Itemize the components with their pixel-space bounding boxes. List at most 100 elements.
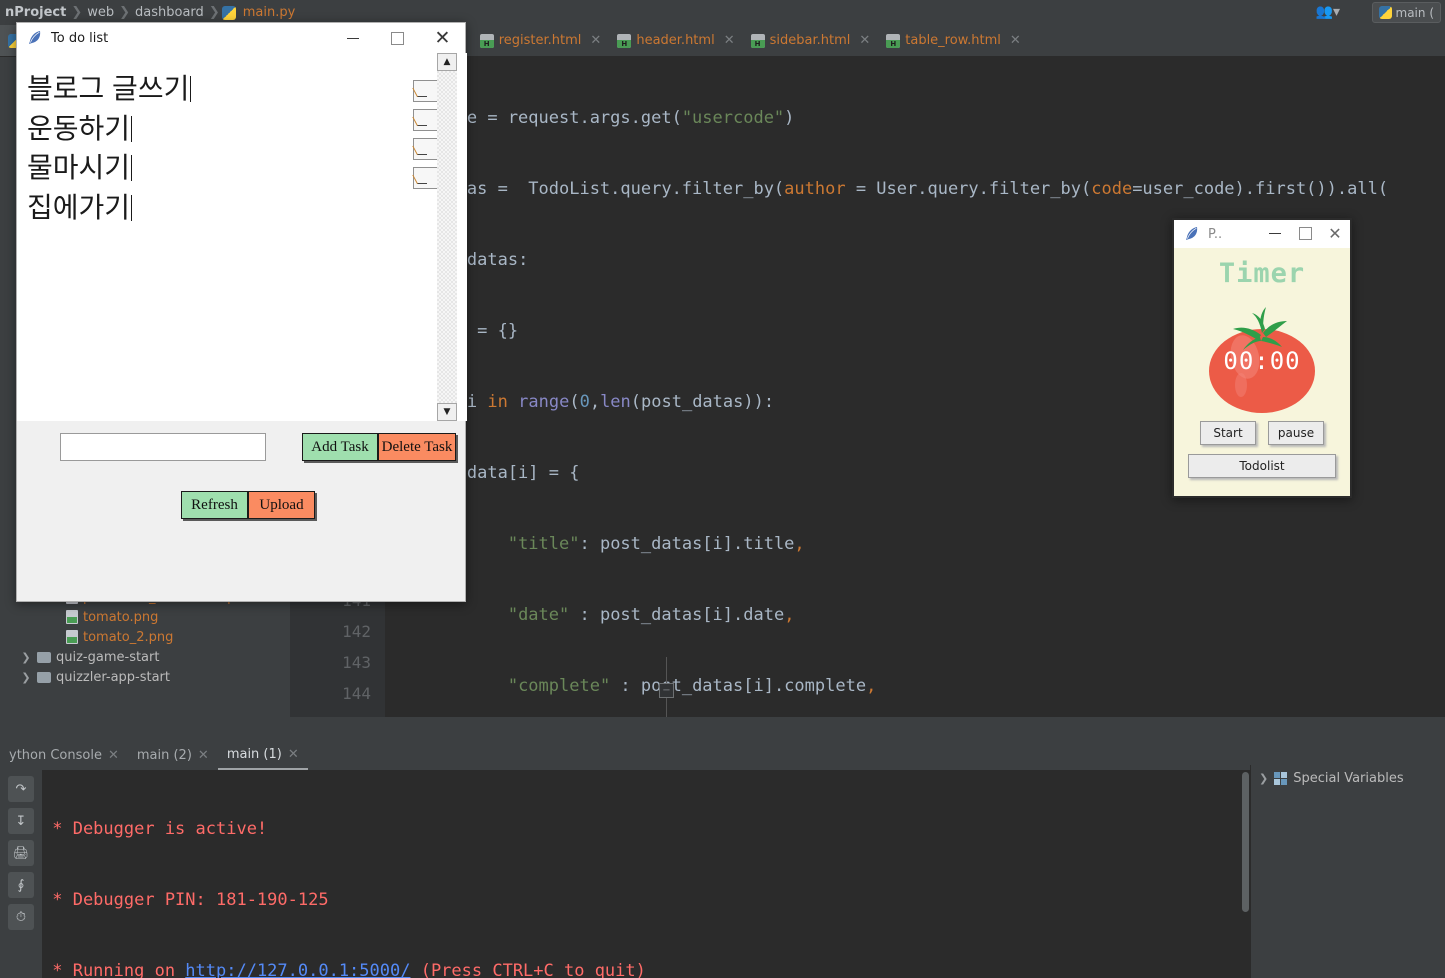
minimize-button[interactable] — [330, 23, 375, 53]
tab-main-2[interactable]: main (2) ✕ — [128, 740, 218, 770]
todolist-button[interactable]: Todolist — [1188, 454, 1336, 478]
tab-python-console[interactable]: ython Console ✕ — [0, 740, 128, 770]
todo-item[interactable]: 블로그 글쓰기 — [27, 73, 192, 104]
timer-window-titlebar[interactable]: P.. ✕ — [1174, 220, 1350, 248]
close-icon[interactable]: ✕ — [108, 748, 119, 763]
text-caret — [131, 195, 133, 221]
todo-items-area[interactable]: 블로그 글쓰기 운동하기 물마시기 집에가기 ▾ ▾ ▾ ▾ — [17, 53, 467, 421]
console-line-prefix: * Running on — [42, 961, 186, 978]
line-number: 144 — [342, 684, 371, 703]
tab-label: main (1) — [226, 746, 282, 762]
html-file-icon — [479, 33, 494, 48]
variables-panel: ❯ Special Variables — [1250, 765, 1445, 978]
tab-register-html[interactable]: register.html ✕ — [472, 25, 610, 56]
upload-button[interactable]: Upload — [248, 491, 315, 519]
line-number: 142 — [342, 622, 371, 641]
tab-table-row-html[interactable]: table_row.html ✕ — [878, 25, 1029, 56]
scroll-down-icon[interactable]: ▼ — [437, 403, 457, 421]
image-file-icon — [66, 610, 78, 624]
maximize-button[interactable] — [375, 23, 420, 53]
server-url-link[interactable]: http://127.0.0.1:5000/ — [185, 961, 410, 978]
close-icon[interactable]: ✕ — [590, 33, 601, 48]
scroll-up-icon[interactable]: ▲ — [437, 53, 457, 71]
breadcrumb-separator: ❯ — [119, 5, 131, 20]
close-icon[interactable]: ✕ — [724, 33, 735, 48]
breadcrumb-item-mainpy[interactable]: main.py — [240, 5, 299, 20]
breadcrumb-item-project[interactable]: nProject — [2, 5, 69, 20]
close-icon[interactable]: ✕ — [288, 747, 299, 762]
chevron-right-icon[interactable]: ❯ — [20, 671, 32, 684]
tree-item[interactable]: ❯ quiz-game-start — [0, 647, 290, 667]
checkmark-icon — [417, 173, 428, 184]
tab-main-1[interactable]: main (1) ✕ — [217, 740, 308, 770]
todo-list-window[interactable]: To do list ✕ 블로그 글쓰기 운동하기 물마시기 집에가기 ▾ ▾ — [16, 22, 467, 602]
timer-window-title: P.. — [1208, 226, 1223, 242]
tree-item-label: quizzler-app-start — [56, 669, 171, 685]
breadcrumb-separator: ❯ — [71, 5, 83, 20]
tree-item[interactable]: tomato_2.png — [0, 627, 290, 647]
minimize-button[interactable] — [1260, 219, 1290, 247]
console-toolbar: ↷ ↧ 🖨 ∮ ⏱ — [0, 770, 42, 978]
tree-item[interactable]: tomato.png — [0, 607, 290, 627]
history-icon[interactable]: ⏱ — [8, 904, 34, 930]
chevron-right-icon[interactable]: ❯ — [1259, 772, 1268, 785]
text-caret — [131, 116, 133, 142]
close-icon[interactable]: ✕ — [198, 748, 209, 763]
code-fold-toggle[interactable]: − — [659, 683, 674, 698]
html-file-icon — [886, 33, 901, 48]
console-tab-bar: ython Console ✕ main (2) ✕ main (1) ✕ — [0, 740, 1445, 770]
refresh-button[interactable]: Refresh — [181, 491, 248, 519]
pause-button[interactable]: pause — [1268, 421, 1324, 445]
print-icon[interactable]: 🖨 — [8, 840, 34, 866]
chevron-right-icon[interactable]: ❯ — [20, 651, 32, 664]
tree-item-label: tomato.png — [83, 609, 159, 625]
editor-gutter: 141 142 143 144 — [290, 585, 385, 717]
todo-item-label: 물마시기 — [27, 152, 131, 183]
line-number: 143 — [342, 653, 371, 672]
todo-item-label: 블로그 글쓰기 — [27, 73, 190, 104]
todo-list-scrollbar[interactable]: ▲ ▼ — [437, 53, 457, 421]
maximize-button[interactable] — [1290, 219, 1320, 247]
tab-label: main (2) — [136, 747, 192, 763]
close-icon[interactable]: ✕ — [859, 33, 870, 48]
rerun-icon[interactable]: ↷ — [8, 776, 34, 802]
soft-wrap-icon[interactable]: ∮ — [8, 872, 34, 898]
tab-label: sidebar.html — [769, 33, 851, 48]
run-console[interactable]: ↷ ↧ 🖨 ∮ ⏱ * Debugger is active! * Debugg… — [0, 770, 1250, 978]
todo-item[interactable]: 운동하기 — [27, 115, 133, 143]
close-button[interactable]: ✕ — [1320, 219, 1350, 247]
tab-sidebar-html[interactable]: sidebar.html ✕ — [743, 25, 879, 56]
console-scrollbar[interactable] — [1242, 772, 1249, 912]
special-variables-row[interactable]: ❯ Special Variables — [1251, 765, 1445, 791]
tab-label: header.html — [636, 33, 715, 48]
breadcrumb-item-dashboard[interactable]: dashboard — [132, 5, 207, 20]
close-icon[interactable]: ✕ — [1010, 33, 1021, 48]
console-output: * Debugger is active! * Debugger PIN: 18… — [42, 770, 1250, 978]
todo-item[interactable]: 물마시기 — [27, 152, 133, 183]
add-task-button[interactable]: Add Task — [302, 433, 378, 461]
todo-window-titlebar[interactable]: To do list ✕ — [17, 23, 465, 53]
console-line: * Running on http://127.0.0.1:5000/ (Pre… — [42, 956, 1250, 978]
folder-icon — [37, 671, 51, 683]
run-configuration-label: main ( — [1395, 5, 1434, 20]
new-task-input[interactable] — [60, 433, 266, 461]
pomodoro-timer-window[interactable]: P.. ✕ Timer 00:00 Start pause Todolist — [1172, 218, 1352, 498]
tomato-image: 00:00 — [1197, 295, 1327, 415]
breadcrumb-item-web[interactable]: web — [84, 5, 117, 20]
close-button[interactable]: ✕ — [420, 23, 465, 53]
run-configuration-selector[interactable]: main ( — [1371, 2, 1441, 23]
console-line: * Debugger is active! — [42, 819, 268, 839]
python-icon — [1378, 6, 1392, 19]
todo-item[interactable]: 집에가기 — [27, 194, 133, 222]
scroll-to-end-icon[interactable]: ↧ — [8, 808, 34, 834]
share-people-icon[interactable]: 👥▾ — [1316, 4, 1340, 20]
start-button[interactable]: Start — [1200, 421, 1256, 445]
delete-task-button[interactable]: Delete Task — [378, 433, 456, 461]
screen-root: nProject ❯ web ❯ dashboard ❯ main.py 👥▾ … — [0, 0, 1445, 978]
tree-item[interactable]: ❯ quizzler-app-start — [0, 667, 290, 687]
special-variables-label: Special Variables — [1293, 770, 1404, 786]
tab-header-html[interactable]: header.html ✕ — [609, 25, 742, 56]
console-line-suffix: (Press CTRL+C to quit) — [410, 961, 646, 978]
html-file-icon — [750, 33, 765, 48]
timer-body: Timer 00:00 Start pause Todolist — [1174, 248, 1350, 496]
